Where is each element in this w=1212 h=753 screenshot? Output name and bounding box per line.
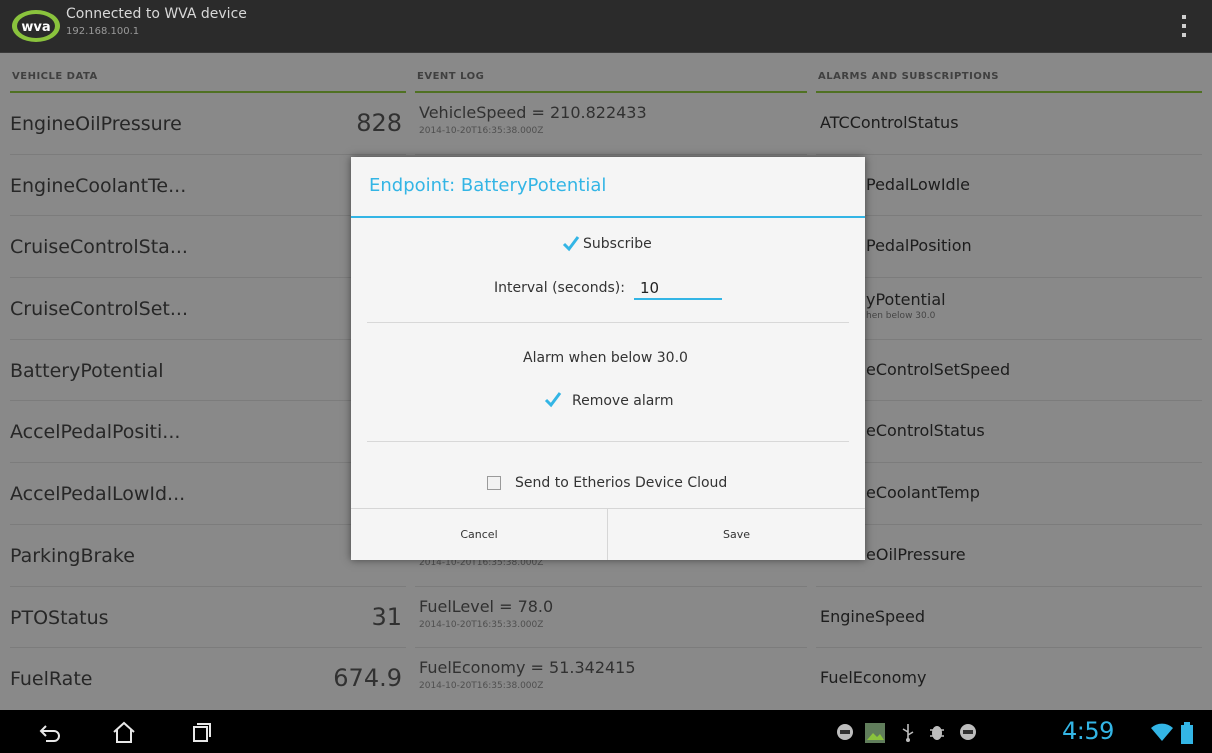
remove-alarm-checkbox[interactable]	[544, 392, 562, 408]
notification-icon[interactable]	[958, 722, 978, 742]
remove-alarm-label: Remove alarm	[572, 393, 674, 409]
wva-logo-icon: wva	[12, 10, 60, 42]
gallery-icon[interactable]	[864, 722, 886, 744]
device-ip-address: 192.168.100.1	[66, 26, 140, 37]
home-icon[interactable]	[110, 720, 138, 744]
logo-text: wva	[21, 20, 50, 35]
save-button[interactable]: Save	[608, 509, 865, 560]
system-bar: 4:59	[0, 710, 1212, 753]
dialog-button-bar: Cancel Save	[351, 508, 865, 560]
battery-icon	[1181, 722, 1193, 744]
action-bar: wva Connected to WVA device 192.168.100.…	[0, 0, 1212, 53]
send-cloud-label: Send to Etherios Device Cloud	[515, 475, 728, 491]
alarm-threshold-text: Alarm when below 30.0	[523, 350, 688, 366]
subscribe-checkbox[interactable]	[562, 236, 580, 252]
clock: 4:59	[1062, 717, 1114, 745]
cancel-button[interactable]: Cancel	[351, 509, 608, 560]
dialog-divider	[367, 441, 849, 442]
wifi-icon	[1151, 723, 1173, 741]
checkmark-icon	[544, 392, 562, 408]
recent-apps-icon[interactable]	[186, 720, 214, 744]
dialog-title: Endpoint: BatteryPotential	[369, 175, 607, 196]
dialog-divider	[367, 322, 849, 323]
back-icon[interactable]	[36, 720, 64, 744]
debug-icon[interactable]	[928, 722, 946, 742]
dialog-title-divider	[351, 216, 865, 218]
overflow-menu-icon[interactable]	[1176, 12, 1192, 40]
connection-status-title: Connected to WVA device	[66, 6, 247, 22]
notification-icon[interactable]	[835, 722, 855, 742]
send-cloud-checkbox[interactable]	[487, 476, 501, 490]
subscribe-label: Subscribe	[583, 236, 652, 252]
checkmark-icon	[562, 236, 580, 252]
interval-label: Interval (seconds):	[494, 280, 625, 296]
interval-input[interactable]	[634, 278, 722, 300]
endpoint-dialog: Endpoint: BatteryPotential Subscribe Int…	[351, 157, 865, 560]
usb-icon[interactable]	[900, 722, 916, 742]
